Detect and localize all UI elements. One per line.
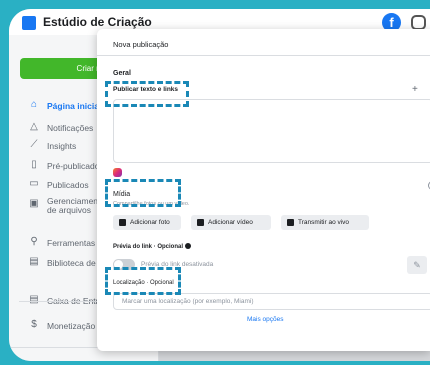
document-icon: ▯ [31,159,37,170]
add-photo-button[interactable]: Adicionar foto [113,215,181,230]
location-placeholder: Marcar uma localização (por exemplo, Mia… [122,298,254,305]
app-title: Estúdio de Criação [43,15,152,29]
device-frame: Estúdio de Criação f Criar nova ⌂ Página … [0,0,430,365]
sidebar-item-label: Insights [47,141,77,151]
instagram-small-icon [113,168,122,177]
home-icon: ⌂ [30,99,38,110]
library-icon: ▤ [29,256,39,267]
photo-icon [119,219,126,226]
sidebar-item-label: Publicados [47,180,89,190]
dialog-header: Nova publicação [97,29,430,56]
tools-icon: ⚲ [30,236,38,247]
app-logo-icon [22,16,36,30]
video-icon [197,219,204,226]
link-preview-heading: Prévia do link · Opcional [113,243,192,250]
dialog-title: Nova publicação [113,40,169,49]
more-options-link[interactable]: Mais opções [247,316,284,323]
instagram-icon[interactable] [411,15,426,30]
bell-icon: △ [30,121,38,132]
sidebar-item-label: Monetização [47,321,96,331]
sidebar-item-label: Ferramentas [47,238,96,248]
highlight-location [105,267,181,295]
money-icon: $ [31,319,37,330]
live-icon [287,219,294,226]
go-live-button[interactable]: Transmitir ao vivo [281,215,369,230]
info-icon[interactable] [185,243,192,249]
sidebar-item-label: Biblioteca de c [47,258,103,268]
edit-icon[interactable]: ✎ [407,256,427,274]
app-window: Estúdio de Criação f Criar nova ⌂ Página … [9,9,430,361]
highlight-media [105,179,181,207]
plus-icon[interactable]: + [412,84,418,95]
location-input[interactable]: Marcar uma localização (por exemplo, Mia… [113,293,430,310]
sidebar-item-label: Notificações [47,123,94,133]
sidebar-item-label: Página inicial [47,101,102,111]
sidebar-item-label: Pré-publicados [47,161,104,171]
section-general-heading: Geral [113,70,131,77]
calendar-icon: ▭ [29,178,39,189]
add-video-button[interactable]: Adicionar vídeo [191,215,271,230]
insights-icon: ⟋ [30,139,38,150]
inbox-icon: ▤ [29,294,39,305]
post-text-input[interactable] [113,99,430,190]
folder-icon: ▣ [29,198,39,209]
highlight-publish-text [105,81,189,107]
